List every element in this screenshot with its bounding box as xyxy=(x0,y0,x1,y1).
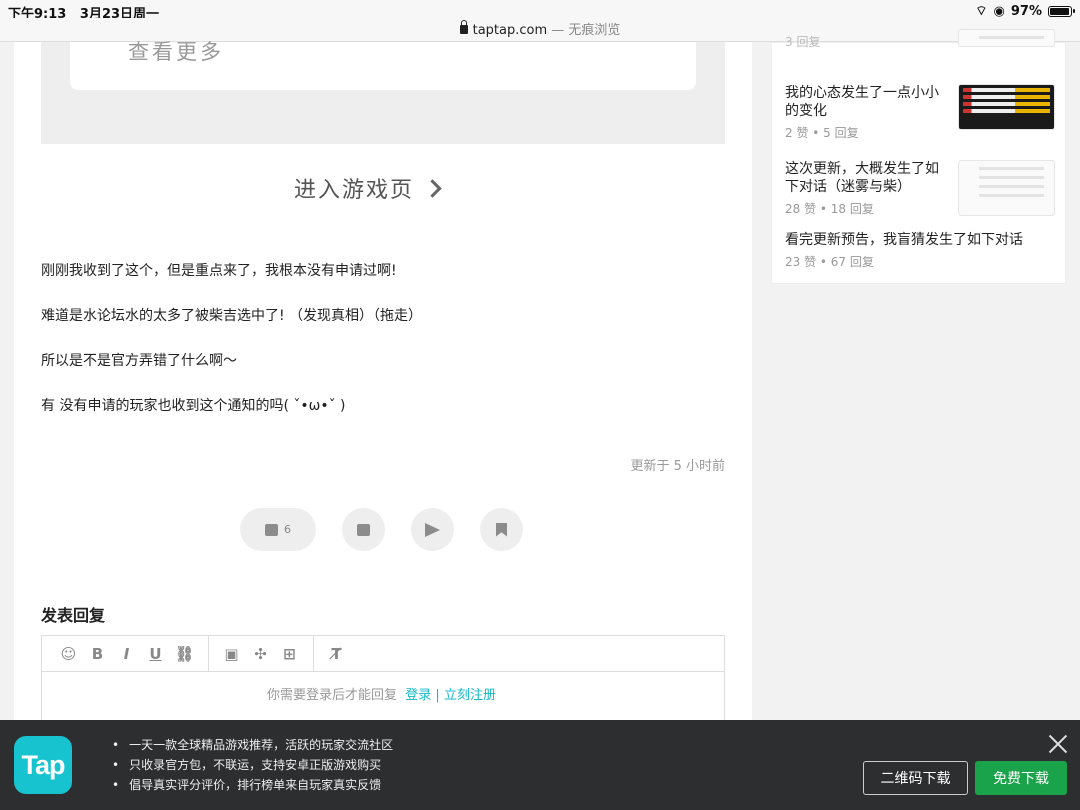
share-icon xyxy=(425,522,440,537)
login-hint: 你需要登录后才能回复 登录 | 立刻注册 xyxy=(267,684,496,703)
register-link[interactable]: 立刻注册 xyxy=(444,688,496,703)
post-paragraph: 刚刚我收到了这个，但是重点来了，我根本没有申请过啊! xyxy=(41,263,397,279)
game-card: 查看更多 xyxy=(41,40,725,144)
rotation-lock-icon: ◉ xyxy=(993,3,1005,19)
link-icon[interactable]: ⛓ xyxy=(170,636,199,672)
view-more-link[interactable]: 查看更多 xyxy=(128,36,224,66)
related-post-thumbnail xyxy=(958,84,1055,130)
related-post-item[interactable]: 看完更新预告，我盲猜发生了如下对话 23 赞 • 67 回复 xyxy=(785,231,1055,270)
italic-icon[interactable]: I xyxy=(112,636,141,672)
dislike-button[interactable] xyxy=(342,508,385,551)
image-icon[interactable]: ▣ xyxy=(217,636,246,672)
feature-item: 一天一款全球精品游戏推荐，活跃的玩家交流社区 xyxy=(112,737,393,757)
battery-fill xyxy=(1050,7,1069,15)
login-divider: | xyxy=(431,688,444,703)
related-post-title: 看完更新预告，我盲猜发生了如下对话 xyxy=(785,232,1023,248)
battery-icon xyxy=(1048,5,1075,17)
thumbnail-row xyxy=(963,88,1050,92)
post-paragraph: 有 没有申请的玩家也收到这个通知的吗( ˇ•ω•ˇ ) xyxy=(41,398,346,414)
feature-list: 一天一款全球精品游戏推荐，活跃的玩家交流社区 只收录官方包，不联运，支持安卓正版… xyxy=(112,737,393,797)
post-body: 刚刚我收到了这个，但是重点来了，我根本没有申请过啊! 难道是水论坛水的太多了被柴… xyxy=(41,260,725,440)
bookmark-button[interactable] xyxy=(480,508,523,551)
address-domain: taptap.com xyxy=(472,23,548,38)
thumbnail-row xyxy=(963,109,1050,113)
reply-section-title: 发表回复 xyxy=(41,606,106,625)
login-hint-text: 你需要登录后才能回复 xyxy=(267,688,398,703)
toolbar-divider xyxy=(199,635,209,672)
post-actions: 6 xyxy=(240,508,523,551)
enter-game-label: 进入游戏页 xyxy=(294,178,415,203)
close-icon[interactable] xyxy=(1048,734,1068,754)
thumbnail-row xyxy=(963,95,1050,99)
thumbnail-line xyxy=(979,185,1044,188)
related-posts-sidebar: 3 回复 我的心态发生了一点小小的变化 2 赞 • 5 回复 这次更新，大概发生… xyxy=(771,29,1066,284)
feature-item: 倡导真实评分评价，排行榜单来自玩家真实反馈 xyxy=(112,777,393,797)
like-button[interactable]: 6 xyxy=(240,508,316,551)
related-post-thumbnail xyxy=(958,29,1055,47)
thumbs-up-icon xyxy=(265,523,278,536)
related-post-item[interactable]: 我的心态发生了一点小小的变化 2 赞 • 5 回复 xyxy=(785,84,1055,141)
thumbnail-line xyxy=(979,36,1044,39)
thumbnail-line xyxy=(979,194,1044,197)
thumbnail-line xyxy=(979,167,1044,170)
wifi-icon: ⌔ xyxy=(975,4,988,19)
free-download-button[interactable]: 免费下载 xyxy=(975,761,1067,795)
like-count: 6 xyxy=(284,523,291,536)
feature-item: 只收录官方包，不联运，支持安卓正版游戏购买 xyxy=(112,757,393,777)
lock-icon xyxy=(459,20,468,34)
thumbs-down-icon xyxy=(357,523,370,536)
post-paragraph: 所以是不是官方弄错了什么啊～ xyxy=(41,353,237,369)
toolbar-divider xyxy=(304,635,314,672)
updated-time: 更新于 5 小时前 xyxy=(630,459,725,474)
insert-file-icon[interactable]: ⊞ xyxy=(275,636,304,672)
app-download-banner: Tap 一天一款全球精品游戏推荐，活跃的玩家交流社区 只收录官方包，不联运，支持… xyxy=(0,720,1080,810)
game-card-inner[interactable]: 查看更多 xyxy=(70,40,696,90)
related-post-item[interactable]: 这次更新，大概发生了如下对话（迷雾与柴） 28 赞 • 18 回复 xyxy=(785,160,1055,217)
editor-toolbar: ☺ B I U ⛓ ▣ ✣ ⊞ T̸ xyxy=(42,635,724,672)
private-mode-label: — 无痕浏览 xyxy=(547,23,621,38)
thumbnail-row xyxy=(963,102,1050,106)
thumbnail-line xyxy=(979,176,1044,179)
related-post-title: 这次更新，大概发生了如下对话（迷雾与柴） xyxy=(785,161,939,195)
related-post-title: 我的心态发生了一点小小的变化 xyxy=(785,85,939,119)
related-post-partial[interactable]: 3 回复 xyxy=(785,29,1055,50)
bold-icon[interactable]: B xyxy=(83,636,112,672)
clear-format-icon[interactable]: T̸ xyxy=(322,636,351,672)
bookmark-icon xyxy=(496,522,507,537)
share-button[interactable] xyxy=(411,508,454,551)
main-content: 查看更多 进入游戏页 刚刚我收到了这个，但是重点来了，我根本没有申请过啊! 难道… xyxy=(14,40,752,810)
video-icon[interactable]: ✣ xyxy=(246,636,275,672)
login-link[interactable]: 登录 xyxy=(405,688,431,703)
battery-percent: 97% xyxy=(1010,3,1042,19)
enter-game-page-link[interactable]: 进入游戏页 xyxy=(294,172,442,204)
qr-download-button[interactable]: 二维码下载 xyxy=(863,761,968,795)
emoji-icon[interactable]: ☺ xyxy=(54,636,83,672)
post-paragraph: 难道是水论坛水的太多了被柴吉选中了! （发现真相）（拖走） xyxy=(41,308,423,324)
related-post-thumbnail xyxy=(958,160,1055,216)
chevron-right-icon xyxy=(423,178,442,198)
related-post-meta: 23 赞 • 67 回复 xyxy=(785,255,874,269)
taptap-logo[interactable]: Tap xyxy=(14,736,72,794)
status-right: ⌔ ◉ 97% xyxy=(975,3,1075,19)
underline-icon[interactable]: U xyxy=(141,636,170,672)
